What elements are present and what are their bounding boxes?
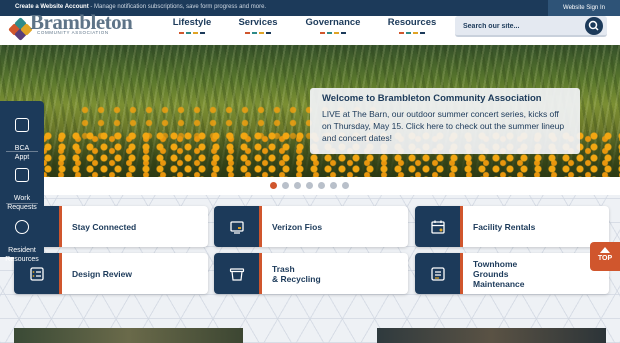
slide-dot[interactable] bbox=[294, 182, 301, 189]
card-label: Stay Connected bbox=[72, 221, 137, 232]
logo-tagline: COMMUNITY ASSOCIATION bbox=[37, 30, 109, 35]
calendar-icon bbox=[15, 118, 29, 132]
card-trash-recycling[interactable]: Trash & Recycling bbox=[214, 253, 408, 294]
nav-lifestyle[interactable]: Lifestyle bbox=[168, 17, 216, 34]
tv-icon bbox=[229, 220, 244, 234]
card-label: Design Review bbox=[72, 268, 132, 279]
nav-lifestyle-label: Lifestyle bbox=[172, 17, 212, 28]
quick-link-bca-appt[interactable]: BCA Appt bbox=[0, 103, 44, 161]
slide-indicators bbox=[0, 177, 620, 195]
quick-link-resident-resources[interactable]: Resident Resources bbox=[0, 205, 44, 263]
back-to-top-button[interactable]: TOP bbox=[590, 242, 620, 271]
search-button[interactable] bbox=[585, 17, 603, 35]
nav-color-bars bbox=[168, 32, 216, 34]
site-header: Brambleton COMMUNITY ASSOCIATION Lifesty… bbox=[0, 10, 620, 45]
card-verizon-fios[interactable]: Verizon Fios bbox=[214, 206, 408, 247]
checklist-icon bbox=[29, 266, 44, 281]
nav-resources[interactable]: Resources bbox=[384, 17, 440, 34]
card-label: Townhome Grounds Maintenance bbox=[473, 258, 525, 289]
nav-services[interactable]: Services bbox=[234, 17, 282, 34]
divider bbox=[6, 151, 38, 152]
trash-bin-icon bbox=[229, 267, 244, 281]
slide-dot[interactable] bbox=[282, 182, 289, 189]
logo-mark-icon bbox=[8, 17, 33, 41]
card-icon-box bbox=[214, 253, 262, 294]
hero-slideshow[interactable]: Welcome to Brambleton Community Associat… bbox=[0, 45, 620, 177]
slide-dot[interactable] bbox=[318, 182, 325, 189]
slide-dot[interactable] bbox=[270, 182, 277, 189]
back-to-top-label: TOP bbox=[597, 255, 613, 262]
card-label: Verizon Fios bbox=[272, 221, 323, 232]
quick-link-work-requests[interactable]: Work Requests bbox=[0, 153, 44, 211]
brambleton-logo[interactable]: Brambleton COMMUNITY ASSOCIATION bbox=[8, 10, 133, 45]
site-search bbox=[455, 16, 607, 37]
hero-title: Welcome to Brambleton Community Associat… bbox=[322, 93, 542, 104]
card-facility-rentals[interactable]: Facility Rentals bbox=[415, 206, 609, 247]
search-input[interactable] bbox=[463, 19, 575, 33]
card-townhome-grounds-maintenance[interactable]: Townhome Grounds Maintenance bbox=[415, 253, 609, 294]
arrow-up-icon bbox=[600, 247, 610, 253]
slide-dot[interactable] bbox=[342, 182, 349, 189]
search-icon bbox=[588, 20, 599, 31]
card-label: Facility Rentals bbox=[473, 221, 536, 232]
list-icon bbox=[430, 266, 445, 281]
nav-governance-label: Governance bbox=[305, 17, 361, 28]
person-icon bbox=[15, 220, 29, 234]
card-label: Trash & Recycling bbox=[272, 263, 321, 284]
nav-color-bars bbox=[384, 32, 440, 34]
nav-services-label: Services bbox=[238, 17, 278, 28]
divider bbox=[6, 203, 38, 204]
nav-color-bars bbox=[302, 32, 364, 34]
nav-resources-label: Resources bbox=[387, 17, 437, 28]
slide-dot[interactable] bbox=[306, 182, 313, 189]
card-icon-box bbox=[415, 206, 463, 247]
clipboard-icon bbox=[15, 168, 29, 182]
calendar-icon bbox=[430, 220, 445, 234]
feature-image-left[interactable] bbox=[14, 328, 243, 343]
hero-caption[interactable]: Welcome to Brambleton Community Associat… bbox=[310, 88, 580, 154]
website-sign-in-button[interactable]: Website Sign In bbox=[548, 0, 620, 16]
feature-image-right[interactable] bbox=[377, 328, 606, 343]
quick-link-label: Resident Resources bbox=[5, 247, 39, 263]
nav-color-bars bbox=[234, 32, 282, 34]
card-icon-box bbox=[214, 206, 262, 247]
slide-dot[interactable] bbox=[330, 182, 337, 189]
card-icon-box bbox=[415, 253, 463, 294]
quick-links-sidebar: BCA Appt Work Requests Resident Resource… bbox=[0, 101, 44, 263]
hero-body: LIVE at The Barn, our outdoor summer con… bbox=[322, 109, 565, 143]
nav-governance[interactable]: Governance bbox=[302, 17, 364, 34]
